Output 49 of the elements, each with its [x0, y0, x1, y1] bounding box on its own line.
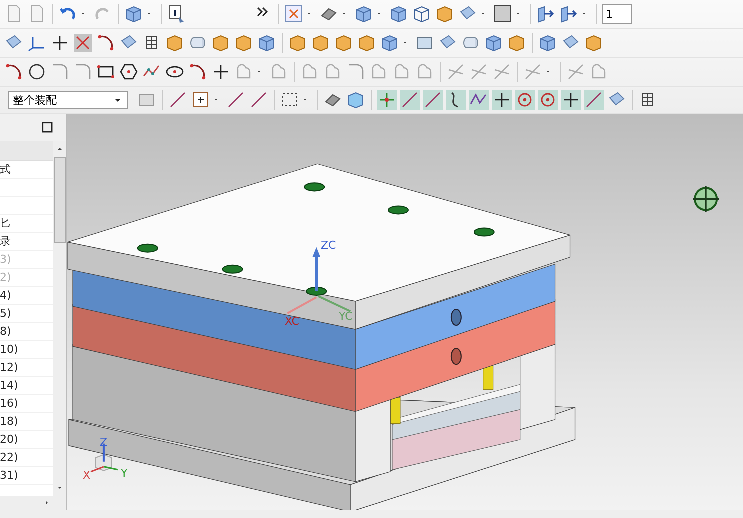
- axis-label: YC: [339, 311, 353, 323]
- block-icon[interactable]: [234, 33, 254, 53]
- cube-icon[interactable]: [538, 33, 558, 53]
- cube-icon[interactable]: [346, 90, 366, 110]
- cube-icon[interactable]: [389, 4, 409, 24]
- block-icon[interactable]: [435, 4, 455, 24]
- line-icon[interactable]: [584, 90, 604, 110]
- cross-icon[interactable]: [73, 33, 93, 53]
- cube-arrow-icon[interactable]: [559, 4, 579, 24]
- block-icon[interactable]: [311, 33, 331, 53]
- block-icon[interactable]: [357, 33, 377, 53]
- block-icon[interactable]: [288, 33, 308, 53]
- line-icon[interactable]: [423, 90, 443, 110]
- block-icon[interactable]: [334, 33, 354, 53]
- plus-icon[interactable]: [492, 90, 512, 110]
- crosshair-icon: [692, 185, 720, 214]
- info-icon[interactable]: [167, 4, 187, 24]
- maximize-icon[interactable]: [42, 122, 53, 133]
- polyline-icon[interactable]: [469, 90, 489, 110]
- cube-icon[interactable]: [124, 4, 144, 24]
- block-icon[interactable]: [584, 33, 604, 53]
- cube-arrow-icon[interactable]: [536, 4, 556, 24]
- block-icon[interactable]: [211, 33, 231, 53]
- axis-label: XC: [285, 316, 300, 328]
- block-icon[interactable]: [507, 33, 527, 53]
- scrollbar-thumb[interactable]: [54, 157, 66, 243]
- hexagon-icon[interactable]: [119, 62, 139, 82]
- plus-icon[interactable]: [211, 62, 231, 82]
- cube-icon[interactable]: [257, 33, 277, 53]
- line-icon[interactable]: [400, 90, 420, 110]
- corner-icon[interactable]: [346, 62, 366, 82]
- cube-icon[interactable]: [484, 33, 504, 53]
- block-icon[interactable]: [165, 33, 185, 53]
- cube-icon[interactable]: [354, 4, 374, 24]
- axis-label: Y: [121, 468, 128, 480]
- zoom-fit-icon[interactable]: [191, 90, 211, 110]
- axis-label: X: [83, 470, 91, 482]
- line-icon[interactable]: [226, 90, 246, 110]
- assembly-dropdown[interactable]: 整个装配: [8, 91, 128, 109]
- wireframe-cube-icon[interactable]: [412, 4, 432, 24]
- plus-icon[interactable]: [50, 33, 70, 53]
- plus-icon[interactable]: [561, 90, 581, 110]
- square-icon[interactable]: [493, 4, 513, 24]
- line-icon[interactable]: [249, 90, 269, 110]
- cube-icon[interactable]: [380, 33, 400, 53]
- layer-field[interactable]: 1: [602, 4, 632, 24]
- line-icon[interactable]: [168, 90, 188, 110]
- axis-label: ZC: [321, 240, 336, 252]
- circle-icon[interactable]: [27, 62, 47, 82]
